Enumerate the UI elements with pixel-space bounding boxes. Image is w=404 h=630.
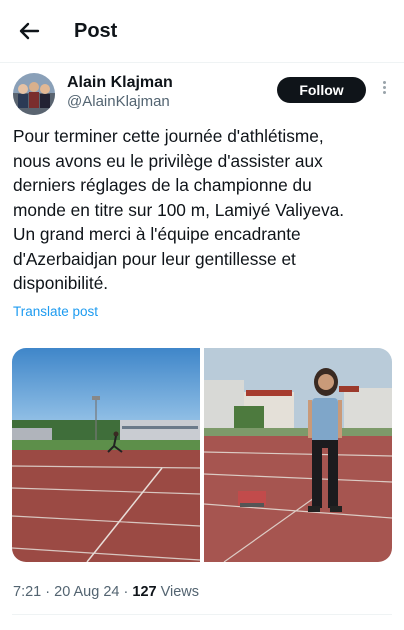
post-image-2[interactable] bbox=[204, 348, 392, 562]
more-options-icon[interactable] bbox=[381, 79, 387, 99]
divider bbox=[12, 614, 392, 615]
top-bar: Post bbox=[0, 0, 404, 63]
back-arrow-icon[interactable] bbox=[14, 18, 44, 44]
post-text: Pour terminer cette journée d'athlétisme… bbox=[13, 126, 345, 293]
page-title: Post bbox=[74, 20, 118, 42]
separator-dot: · bbox=[45, 584, 51, 600]
post-metadata: 7:21 · 20 Aug 24 · 127 Views bbox=[13, 584, 199, 600]
separator-dot: · bbox=[123, 584, 129, 600]
post-image-1[interactable] bbox=[12, 348, 200, 562]
author-name[interactable]: Alain Klajman bbox=[67, 74, 173, 92]
post-date[interactable]: 20 Aug 24 bbox=[54, 584, 119, 600]
post-time: 7:21 bbox=[13, 584, 42, 600]
views-label: Views bbox=[160, 584, 200, 600]
author-handle[interactable]: @AlainKlajman bbox=[67, 93, 170, 110]
views-count: 127 bbox=[132, 584, 157, 600]
translate-post-link[interactable]: Translate post bbox=[13, 304, 98, 319]
follow-button[interactable]: Follow bbox=[277, 77, 366, 103]
avatar[interactable] bbox=[13, 73, 55, 115]
